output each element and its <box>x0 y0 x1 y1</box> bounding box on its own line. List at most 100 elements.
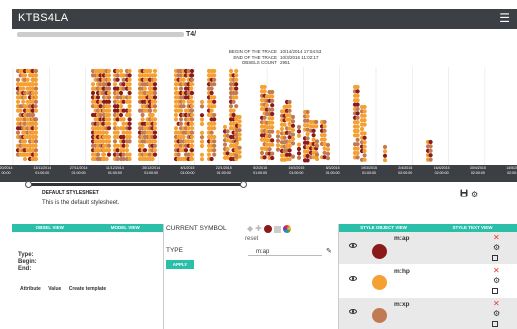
obsel-dot[interactable] <box>142 86 148 91</box>
obsel-dot[interactable] <box>178 121 184 126</box>
slider-handle-start[interactable] <box>25 181 32 188</box>
obsel-dot[interactable] <box>189 73 195 78</box>
obsel-dot[interactable] <box>290 114 296 120</box>
obsel-dot[interactable] <box>127 73 132 78</box>
obsel-dot[interactable] <box>152 95 158 100</box>
obsel-dot[interactable] <box>33 108 39 113</box>
obsel-dot[interactable] <box>237 154 242 159</box>
obsel-dot[interactable] <box>428 157 433 162</box>
obsel-dot[interactable] <box>150 112 155 118</box>
obsel-dot[interactable] <box>355 150 360 156</box>
obsel-dot[interactable] <box>127 86 132 91</box>
obsel-dot[interactable] <box>296 124 302 130</box>
obsel-dot[interactable] <box>199 157 205 162</box>
obsel-dot[interactable] <box>362 135 367 140</box>
obsel-dot[interactable] <box>282 122 287 127</box>
obsel-dot[interactable] <box>115 77 120 82</box>
obsel-dot[interactable] <box>262 84 267 90</box>
obsel-dot[interactable] <box>106 152 112 157</box>
obsel-dot[interactable] <box>152 77 158 82</box>
obsel-dot[interactable] <box>189 99 195 104</box>
obsel-dot[interactable] <box>222 124 228 130</box>
obsel-dot[interactable] <box>106 121 112 126</box>
obsel-dot[interactable] <box>270 120 275 125</box>
obsel-dot[interactable] <box>101 152 107 157</box>
obsel-dot[interactable] <box>33 139 39 144</box>
obsel-dot[interactable] <box>267 133 272 139</box>
obsel-dot[interactable] <box>33 134 39 140</box>
gear-icon[interactable]: ⚙ <box>493 244 500 252</box>
obsel-dot[interactable] <box>181 99 186 104</box>
obsel-dot[interactable] <box>106 148 112 153</box>
obsel-dot[interactable] <box>290 119 296 124</box>
obsel-dot[interactable] <box>270 98 275 103</box>
obsel-dot[interactable] <box>212 139 217 144</box>
obsel-dot[interactable] <box>152 134 158 140</box>
obsel-dot[interactable] <box>355 98 360 103</box>
obsel-dot[interactable] <box>106 126 112 131</box>
obsel-dot[interactable] <box>314 124 319 129</box>
obsel-dot[interactable] <box>296 142 302 147</box>
obsel-dot[interactable] <box>270 103 275 108</box>
obsel-dot[interactable] <box>237 150 242 155</box>
obsel-dot[interactable] <box>234 104 239 109</box>
obsel-dot[interactable] <box>270 107 275 112</box>
obsel-dot[interactable] <box>112 82 118 87</box>
time-range-slider[interactable] <box>12 181 517 189</box>
obsel-dot[interactable] <box>355 155 360 160</box>
obsel-dot[interactable] <box>212 95 217 100</box>
obsel-dot[interactable] <box>362 118 367 123</box>
obsel-dot[interactable] <box>106 112 112 118</box>
obsel-dot[interactable] <box>209 90 214 96</box>
obsel-dot[interactable] <box>127 68 132 74</box>
obsel-dot[interactable] <box>362 104 367 110</box>
obsel-dot[interactable] <box>234 77 239 82</box>
obsel-dot[interactable] <box>127 90 132 96</box>
close-icon[interactable]: ✕ <box>493 300 500 308</box>
obsel-dot[interactable] <box>106 82 112 87</box>
obsel-dot[interactable] <box>189 130 195 135</box>
obsel-dot[interactable] <box>121 117 126 122</box>
obsel-dot[interactable] <box>287 104 292 109</box>
color-wheel-icon[interactable] <box>282 225 291 233</box>
obsel-dot[interactable] <box>270 129 275 134</box>
obsel-dot[interactable] <box>314 139 320 144</box>
obsel-dot[interactable] <box>296 146 302 152</box>
obsel-dot[interactable] <box>314 156 320 162</box>
obsel-dot[interactable] <box>15 99 21 104</box>
obsel-dot[interactable] <box>189 77 195 82</box>
obsel-dot[interactable] <box>234 90 239 96</box>
obsel-dot[interactable] <box>270 89 275 95</box>
circle-icon[interactable] <box>263 225 272 233</box>
obsel-dot[interactable] <box>382 149 388 154</box>
obsel-dot[interactable] <box>264 103 270 108</box>
obsel-dot[interactable] <box>355 111 360 116</box>
copy-icon[interactable] <box>492 255 498 261</box>
tab-model-view[interactable]: MODEL VIEW <box>87 224 163 232</box>
obsel-dot[interactable] <box>296 129 302 134</box>
obsel-dot[interactable] <box>33 130 39 135</box>
obsel-dot[interactable] <box>228 68 234 74</box>
obsel-dot[interactable] <box>362 153 367 158</box>
obsel-dot[interactable] <box>234 68 239 74</box>
tab-style-text-view[interactable]: STYLE TEXT VIEW <box>428 224 517 232</box>
obsel-dot[interactable] <box>222 142 228 147</box>
obsel-dot[interactable] <box>234 86 239 91</box>
obsel-dot[interactable] <box>152 68 158 74</box>
obsel-dot[interactable] <box>209 130 214 135</box>
obsel-dot[interactable] <box>152 73 158 78</box>
obsel-dot[interactable] <box>106 86 112 91</box>
obsel-dot[interactable] <box>33 121 39 126</box>
pencil-icon[interactable]: ✎ <box>326 247 332 255</box>
obsel-dot[interactable] <box>287 108 292 113</box>
obsel-dot[interactable] <box>287 157 292 162</box>
obsel-dot[interactable] <box>152 117 158 122</box>
obsel-dot[interactable] <box>33 126 39 131</box>
obsel-dot[interactable] <box>152 90 158 96</box>
obsel-dot[interactable] <box>150 156 155 162</box>
obsel-dot[interactable] <box>305 109 310 115</box>
obsel-dot[interactable] <box>112 139 118 144</box>
obsel-dot[interactable] <box>212 68 217 74</box>
obsel-dot[interactable] <box>106 90 112 96</box>
obsel-dot[interactable] <box>22 73 28 78</box>
